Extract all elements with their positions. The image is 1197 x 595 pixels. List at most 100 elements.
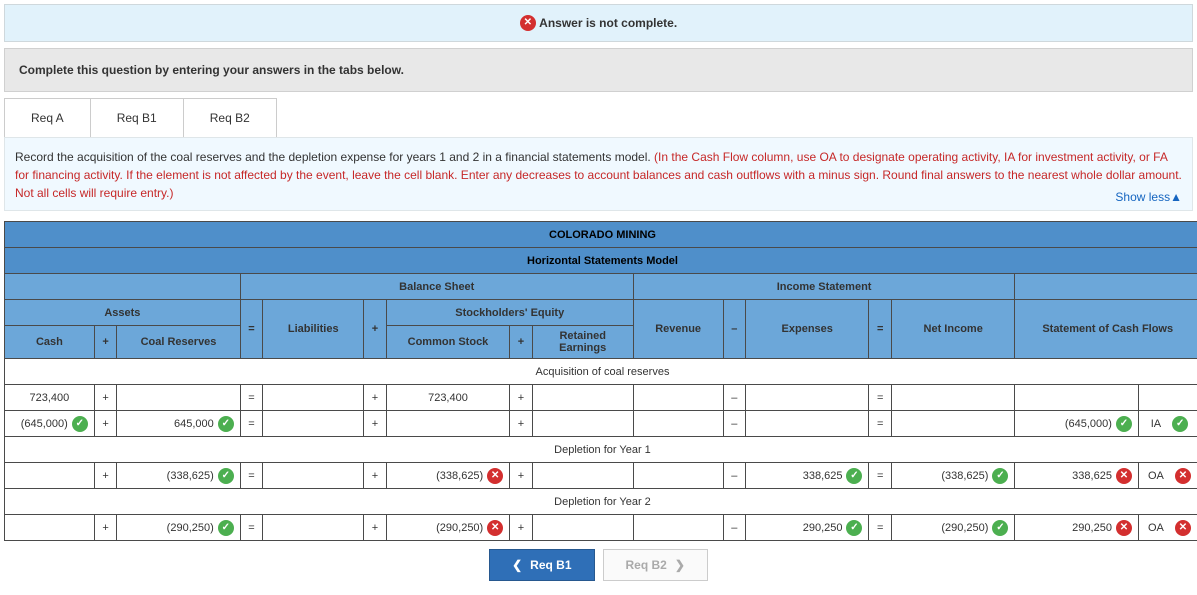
question-panel: Record the acquisition of the coal reser…	[4, 137, 1193, 211]
hdr-expenses: Expenses	[745, 300, 869, 359]
cell-re[interactable]	[532, 385, 633, 411]
op-plus3: +	[510, 326, 532, 359]
cell-cf-amt[interactable]: 290,250✕	[1015, 515, 1139, 541]
cell-rev[interactable]	[633, 411, 723, 437]
hdr-revenue: Revenue	[633, 300, 723, 359]
x-icon: ✕	[487, 468, 503, 484]
cell-exp[interactable]	[745, 385, 869, 411]
x-icon: ✕	[1116, 468, 1132, 484]
cell-cash[interactable]: 723,400	[5, 385, 95, 411]
op-eq2: =	[869, 300, 891, 359]
status-text: Answer is not complete.	[539, 16, 677, 30]
hdr-income-statement: Income Statement	[633, 274, 1015, 300]
x-icon: ✕	[520, 15, 536, 31]
cell-exp[interactable]: 338,625✓	[745, 463, 869, 489]
cell-cf-amt[interactable]: 338,625✕	[1015, 463, 1139, 489]
cell-cf-type[interactable]: OA ✕	[1138, 463, 1197, 489]
cell-exp[interactable]: 290,250✓	[745, 515, 869, 541]
check-icon: ✓	[992, 520, 1008, 536]
cell-ni[interactable]: (290,250)✓	[891, 515, 1015, 541]
check-icon: ✓	[846, 468, 862, 484]
hdr-cs: Common Stock	[386, 326, 510, 359]
company-header: COLORADO MINING	[5, 222, 1197, 248]
cell-coal[interactable]: (290,250)✓	[117, 515, 241, 541]
row-y1: + (338,625)✓ = + (338,625)✕ + – 338,625✓…	[5, 463, 1197, 489]
cell-cf-type[interactable]: IA ✓	[1138, 411, 1197, 437]
chevron-left-icon: ❮	[512, 558, 522, 572]
cell-cf-type[interactable]	[1138, 385, 1197, 411]
cell-exp[interactable]	[745, 411, 869, 437]
check-icon: ✓	[218, 468, 234, 484]
cell-liab[interactable]	[263, 515, 364, 541]
check-icon: ✓	[1116, 416, 1132, 432]
cell-ni[interactable]	[891, 411, 1015, 437]
nav-buttons: ❮ Req B1 Req B2 ❯	[4, 549, 1193, 581]
hdr-netincome: Net Income	[891, 300, 1015, 359]
cell-cf-amt[interactable]	[1015, 385, 1139, 411]
cell-coal[interactable]	[117, 385, 241, 411]
statements-table: COLORADO MINING Horizontal Statements Mo…	[4, 221, 1197, 541]
check-icon: ✓	[846, 520, 862, 536]
section-acq: Acquisition of coal reserves	[5, 359, 1197, 385]
cell-cs[interactable]	[386, 411, 510, 437]
section-y1: Depletion for Year 1	[5, 437, 1197, 463]
instruction-bar: Complete this question by entering your …	[4, 48, 1193, 92]
prev-button[interactable]: ❮ Req B1	[489, 549, 594, 581]
cell-re[interactable]	[532, 463, 633, 489]
cell-coal[interactable]: (338,625)✓	[117, 463, 241, 489]
cell-liab[interactable]	[263, 411, 364, 437]
section-y2: Depletion for Year 2	[5, 489, 1197, 515]
cell-rev[interactable]	[633, 385, 723, 411]
status-banner: ✕ Answer is not complete.	[4, 4, 1193, 42]
x-icon: ✕	[1116, 520, 1132, 536]
cell-liab[interactable]	[263, 385, 364, 411]
op-plus2: +	[94, 326, 116, 359]
hdr-cashflows: Statement of Cash Flows	[1015, 300, 1197, 359]
op-plus: +	[364, 300, 386, 359]
hdr-cash: Cash	[5, 326, 95, 359]
chevron-right-icon: ❯	[675, 558, 685, 572]
hdr-se: Stockholders' Equity	[386, 300, 633, 326]
cell-re[interactable]	[532, 515, 633, 541]
cell-cash[interactable]	[5, 463, 95, 489]
op-minus: –	[723, 300, 745, 359]
cell-cash[interactable]	[5, 515, 95, 541]
tabs: Req A Req B1 Req B2	[4, 98, 1193, 137]
x-icon: ✕	[1175, 520, 1191, 536]
cell-ni[interactable]	[891, 385, 1015, 411]
cell-ni[interactable]: (338,625)✓	[891, 463, 1015, 489]
cell-cash[interactable]: (645,000)✓	[5, 411, 95, 437]
hdr-liabilities: Liabilities	[263, 300, 364, 359]
tab-req-a[interactable]: Req A	[4, 98, 91, 137]
cell-rev[interactable]	[633, 515, 723, 541]
cell-coal[interactable]: 645,000✓	[117, 411, 241, 437]
cell-liab[interactable]	[263, 463, 364, 489]
x-icon: ✕	[487, 520, 503, 536]
check-icon: ✓	[72, 416, 88, 432]
x-icon: ✕	[1175, 468, 1191, 484]
tab-req-b1[interactable]: Req B1	[91, 98, 184, 137]
hdr-coal: Coal Reserves	[117, 326, 241, 359]
hdr-balance-sheet: Balance Sheet	[240, 274, 633, 300]
row-acq-2: (645,000)✓ + 645,000✓ = + + – = (645,000…	[5, 411, 1197, 437]
show-less-toggle[interactable]: Show less▲	[1115, 190, 1182, 204]
hdr-re: Retained Earnings	[532, 326, 633, 359]
row-y2: + (290,250)✓ = + (290,250)✕ + – 290,250✓…	[5, 515, 1197, 541]
cell-cf-type[interactable]: OA ✕	[1138, 515, 1197, 541]
hdr-assets: Assets	[5, 300, 241, 326]
check-icon: ✓	[218, 416, 234, 432]
cell-cs[interactable]: (290,250)✕	[386, 515, 510, 541]
check-icon: ✓	[992, 468, 1008, 484]
cell-re[interactable]	[532, 411, 633, 437]
next-button[interactable]: Req B2 ❯	[603, 549, 708, 581]
tab-req-b2[interactable]: Req B2	[184, 98, 277, 137]
panel-text: Record the acquisition of the coal reser…	[15, 150, 654, 164]
cell-rev[interactable]	[633, 463, 723, 489]
cell-cs[interactable]: 723,400	[386, 385, 510, 411]
op-eq: =	[240, 300, 262, 359]
row-acq-1: 723,400 + = + 723,400 + – =	[5, 385, 1197, 411]
cell-cf-amt[interactable]: (645,000)✓	[1015, 411, 1139, 437]
check-icon: ✓	[1172, 416, 1188, 432]
cell-cs[interactable]: (338,625)✕	[386, 463, 510, 489]
model-header: Horizontal Statements Model	[5, 248, 1197, 274]
